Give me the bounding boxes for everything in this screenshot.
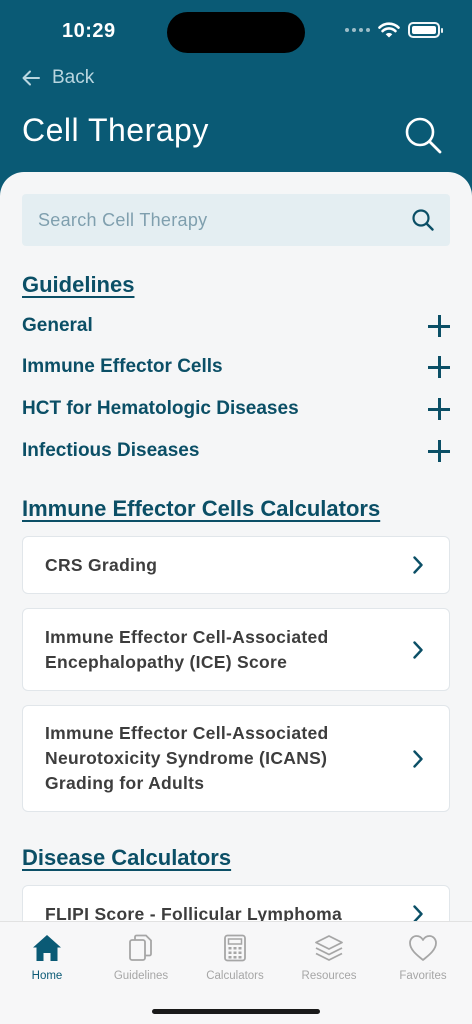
plus-icon[interactable] [428,398,450,420]
battery-icon [408,22,443,38]
search-icon [405,117,442,154]
status-icons [345,22,443,38]
content-sheet: Guidelines General Immune Effector Cells… [0,172,472,1024]
guideline-label: General [22,315,93,336]
plus-icon[interactable] [428,315,450,337]
tab-label: Home [31,970,63,982]
tab-home[interactable]: Home [0,934,94,982]
documents-icon [129,934,152,961]
search-bar [22,194,450,246]
tab-label: Calculators [206,970,264,982]
plus-icon[interactable] [428,440,450,462]
calculator-card-ice[interactable]: Immune Effector Cell-Associated Encephal… [22,608,450,691]
search-icon[interactable] [412,209,434,231]
search-input[interactable] [38,209,412,231]
back-button[interactable]: Back [22,64,94,92]
status-time: 10:29 [62,20,116,42]
tab-favorites[interactable]: Favorites [376,934,470,982]
tab-guidelines[interactable]: Guidelines [94,934,188,982]
heart-icon [409,935,437,961]
guideline-item-general[interactable]: General [22,309,450,343]
home-icon [33,935,61,961]
cellular-signal-icon [345,28,370,32]
iec-calculators-heading[interactable]: Immune Effector Cells Calculators [22,496,380,522]
status-bar: 10:29 [0,0,472,64]
layers-icon [315,935,343,961]
disease-calculators-heading[interactable]: Disease Calculators [22,845,231,871]
tab-label: Resources [301,970,357,982]
page-title: Cell Therapy [22,112,209,148]
chevron-right-icon [413,640,423,659]
guidelines-heading[interactable]: Guidelines [22,272,134,298]
calculator-label: CRS Grading [45,554,158,575]
chevron-right-icon [413,556,423,574]
guideline-item-hct[interactable]: HCT for Hematologic Diseases [22,392,450,426]
guideline-label: Immune Effector Cells [22,356,223,377]
chevron-right-icon [413,749,423,768]
header-search-button[interactable] [404,116,444,156]
dynamic-island [167,12,305,53]
tab-calculators[interactable]: Calculators [188,934,282,982]
wifi-icon [378,22,400,38]
guideline-label: HCT for Hematologic Diseases [22,398,299,419]
calculator-card-icans[interactable]: Immune Effector Cell-Associated Neurotox… [22,705,450,812]
tab-label: Guidelines [113,970,169,982]
back-arrow-icon [22,70,40,86]
calculator-icon [224,934,246,962]
back-label: Back [52,67,95,88]
guideline-item-immune-effector-cells[interactable]: Immune Effector Cells [22,350,450,384]
guideline-label: Infectious Diseases [22,440,200,461]
tab-resources[interactable]: Resources [282,934,376,982]
home-indicator [152,1009,320,1014]
tab-label: Favorites [399,970,447,982]
calculator-card-crs[interactable]: CRS Grading [22,536,450,594]
plus-icon[interactable] [428,356,450,378]
calculator-label: Immune Effector Cell-Associated Encephal… [45,626,329,672]
calculator-label: Immune Effector Cell-Associated Neurotox… [45,723,329,793]
guideline-item-infectious-diseases[interactable]: Infectious Diseases [22,434,450,468]
